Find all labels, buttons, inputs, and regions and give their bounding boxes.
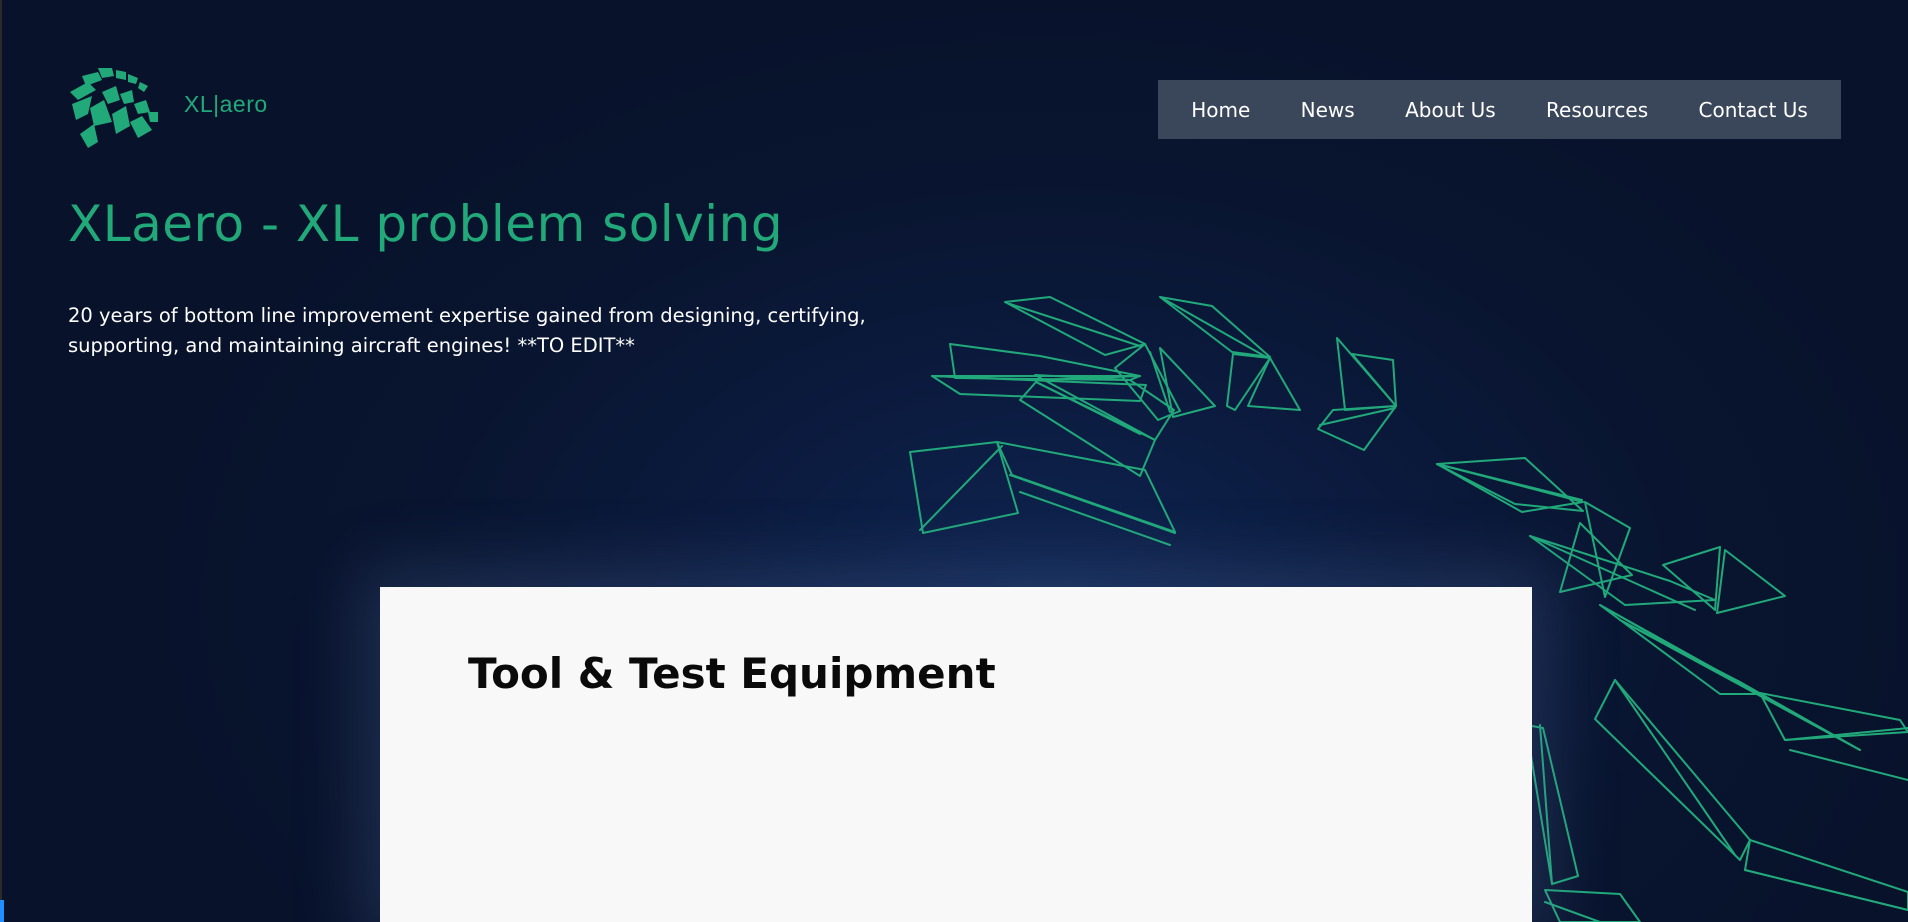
content-card: Tool & Test Equipment [380,587,1532,922]
nav-item-home[interactable]: Home [1185,90,1256,130]
main-nav: Home News About Us Resources Contact Us [1158,80,1841,139]
site-logo[interactable]: XL|aero [68,64,278,154]
turbine-blades-icon [70,68,158,148]
page: XL|aero Home News About Us Resources Con… [0,0,1908,922]
nav-item-news[interactable]: News [1295,90,1361,130]
window-edge-accent [0,900,4,922]
nav-item-resources[interactable]: Resources [1540,90,1654,130]
window-edge [0,0,2,922]
hero-description: 20 years of bottom line improvement expe… [68,304,866,357]
card-title: Tool & Test Equipment [468,649,996,698]
nav-item-about-us[interactable]: About Us [1399,90,1502,130]
nav-item-contact-us[interactable]: Contact Us [1693,90,1814,130]
hero-title: XLaero - XL problem solving [68,195,784,253]
logo-text: XL|aero [184,91,268,117]
